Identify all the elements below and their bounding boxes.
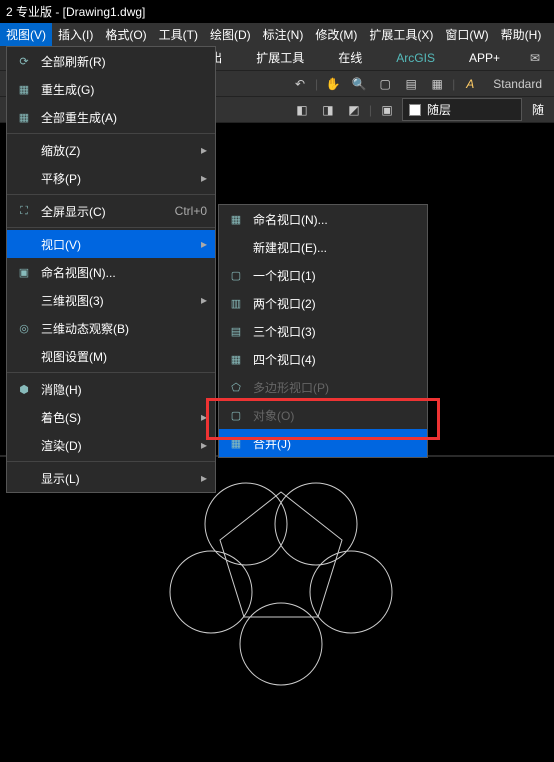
submenu-three-vp[interactable]: ▤三个视口(3) xyxy=(219,317,427,345)
tab-ext-tools[interactable]: 扩展工具 xyxy=(246,46,314,69)
box-icon[interactable]: ▢ xyxy=(374,73,396,95)
menu-tools[interactable]: 工具(T) xyxy=(153,23,204,46)
undo-icon[interactable]: ↶ xyxy=(289,73,311,95)
layer-name: 随层 xyxy=(427,101,451,118)
layer-icon2[interactable]: ◨ xyxy=(317,99,339,121)
window-title: 2 专业版 - [Drawing1.dwg] xyxy=(0,0,554,23)
layer2-label: 随 xyxy=(526,101,550,118)
hand-icon[interactable]: ✋ xyxy=(322,73,344,95)
one-vp-icon: ▢ xyxy=(227,266,245,284)
standard-label: Standard xyxy=(485,77,550,91)
viewport-submenu: ▦命名视口(N)... 新建视口(E)... ▢一个视口(1) ▥两个视口(2)… xyxy=(218,204,428,458)
submenu-poly-vp: ⬠多边形视口(P) xyxy=(219,373,427,401)
menu-insert[interactable]: 插入(I) xyxy=(52,23,99,46)
menu-render[interactable]: 渲染(D)▸ xyxy=(7,431,215,459)
regen-icon: ▦ xyxy=(15,80,33,98)
color-swatch xyxy=(409,104,421,116)
named-view-icon: ▣ xyxy=(15,263,33,281)
orbit-icon: ◎ xyxy=(15,319,33,337)
tab-arcgis[interactable]: ArcGIS xyxy=(386,48,445,68)
menu-fullscreen[interactable]: ⛶全屏显示(C)Ctrl+0 xyxy=(7,197,215,225)
menu-draw[interactable]: 绘图(D) xyxy=(204,23,257,46)
four-vp-icon: ▦ xyxy=(227,350,245,368)
chevron-right-icon: ▸ xyxy=(201,143,207,157)
menu-format[interactable]: 格式(O) xyxy=(99,23,152,46)
fullscreen-icon: ⛶ xyxy=(15,202,33,220)
menu-regen[interactable]: ▦重生成(G) xyxy=(7,75,215,103)
submenu-one-vp[interactable]: ▢一个视口(1) xyxy=(219,261,427,289)
object-icon: ▢ xyxy=(227,406,245,424)
menu-dim[interactable]: 标注(N) xyxy=(257,23,310,46)
grid-icon[interactable]: ▦ xyxy=(426,73,448,95)
menu-shade[interactable]: 着色(S)▸ xyxy=(7,403,215,431)
chevron-right-icon: ▸ xyxy=(201,410,207,424)
menu-window[interactable]: 窗口(W) xyxy=(439,23,494,46)
menu-regen-all[interactable]: ▦全部重生成(A) xyxy=(7,103,215,131)
menu-display[interactable]: 显示(L)▸ xyxy=(7,464,215,492)
submenu-named-vp[interactable]: ▦命名视口(N)... xyxy=(219,205,427,233)
menu-help[interactable]: 帮助(H) xyxy=(495,23,548,46)
layer-icon3[interactable]: ◩ xyxy=(343,99,365,121)
menu-3dorbit[interactable]: ◎三维动态观察(B) xyxy=(7,314,215,342)
view-menu-dropdown: ⟳全部刷新(R) ▦重生成(G) ▦全部重生成(A) 缩放(Z)▸ 平移(P)▸… xyxy=(6,46,216,493)
merge-icon: ▦ xyxy=(227,434,245,452)
menu-zoom[interactable]: 缩放(Z)▸ xyxy=(7,136,215,164)
submenu-merge[interactable]: ▦合并(J) xyxy=(219,429,427,457)
chevron-right-icon: ▸ xyxy=(201,438,207,452)
poly-vp-icon: ⬠ xyxy=(227,378,245,396)
props-icon[interactable]: ▣ xyxy=(376,99,398,121)
menu-3dview[interactable]: 三维视图(3)▸ xyxy=(7,286,215,314)
menu-viewport[interactable]: 视口(V)▸ xyxy=(7,230,215,258)
text-style-icon[interactable]: A xyxy=(459,73,481,95)
two-vp-icon: ▥ xyxy=(227,294,245,312)
layer-dropdown[interactable]: 随层 xyxy=(402,98,522,121)
menu-view[interactable]: 视图(V) xyxy=(0,23,52,46)
menubar: 视图(V) 插入(I) 格式(O) 工具(T) 绘图(D) 标注(N) 修改(M… xyxy=(0,23,554,45)
menu-ext[interactable]: 扩展工具(X) xyxy=(363,23,439,46)
named-vp-icon: ▦ xyxy=(227,210,245,228)
three-vp-icon: ▤ xyxy=(227,322,245,340)
layers-icon[interactable]: ▤ xyxy=(400,73,422,95)
mail-icon[interactable]: ✉ xyxy=(524,47,546,69)
refresh-icon: ⟳ xyxy=(15,52,33,70)
drawing-content xyxy=(0,462,554,762)
chevron-right-icon: ▸ xyxy=(201,471,207,485)
submenu-four-vp[interactable]: ▦四个视口(4) xyxy=(219,345,427,373)
menu-named-view[interactable]: ▣命名视图(N)... xyxy=(7,258,215,286)
regen-all-icon: ▦ xyxy=(15,108,33,126)
menu-view-settings[interactable]: 视图设置(M) xyxy=(7,342,215,370)
chevron-right-icon: ▸ xyxy=(201,171,207,185)
menu-pan[interactable]: 平移(P)▸ xyxy=(7,164,215,192)
menu-refresh-all[interactable]: ⟳全部刷新(R) xyxy=(7,47,215,75)
menu-hide[interactable]: ⬢消隐(H) xyxy=(7,375,215,403)
tab-online[interactable]: 在线 xyxy=(328,46,372,69)
menu-modify[interactable]: 修改(M) xyxy=(309,23,363,46)
hide-icon: ⬢ xyxy=(15,380,33,398)
zoom-icon[interactable]: 🔍 xyxy=(348,73,370,95)
tab-app[interactable]: APP+ xyxy=(459,48,510,68)
submenu-new-vp[interactable]: 新建视口(E)... xyxy=(219,233,427,261)
layer-icon[interactable]: ◧ xyxy=(291,99,313,121)
chevron-right-icon: ▸ xyxy=(201,293,207,307)
chevron-right-icon: ▸ xyxy=(201,237,207,251)
submenu-two-vp[interactable]: ▥两个视口(2) xyxy=(219,289,427,317)
submenu-object: ▢对象(O) xyxy=(219,401,427,429)
